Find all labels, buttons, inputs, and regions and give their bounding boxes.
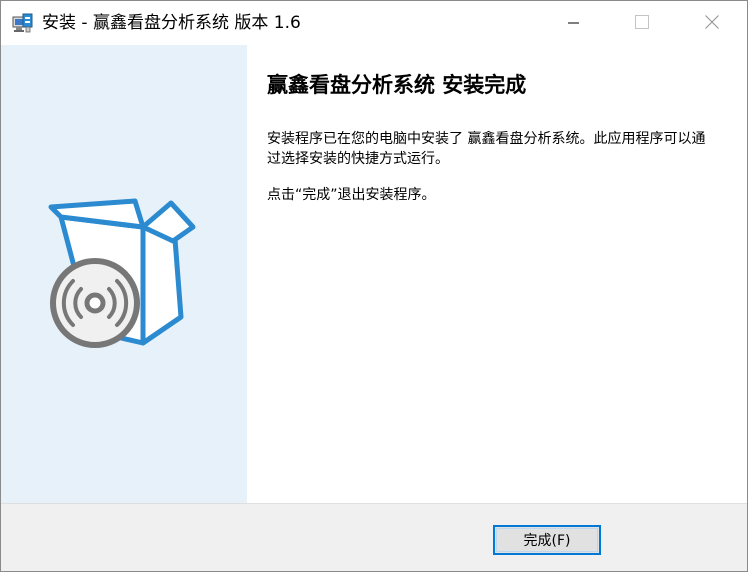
minimize-icon <box>568 14 580 33</box>
close-button[interactable] <box>689 1 735 45</box>
maximize-button <box>619 1 665 45</box>
installer-window: 安装 - 赢鑫看盘分析系统 版本 1.6 赢鑫看盘分析系统 安装完成 安装程序已… <box>0 0 748 572</box>
sidebar-graphic-panel <box>1 45 247 503</box>
software-box-disc-icon <box>43 197 203 357</box>
finish-instruction: 点击“完成”退出安装程序。 <box>267 187 436 203</box>
title-bar: 安装 - 赢鑫看盘分析系统 版本 1.6 <box>1 1 747 45</box>
window-title: 安装 - 赢鑫看盘分析系统 版本 1.6 <box>42 13 301 33</box>
maximize-icon <box>635 14 649 33</box>
button-bar: 完成(F) <box>1 503 747 571</box>
installer-computer-icon <box>12 12 34 34</box>
main-content: 赢鑫看盘分析系统 安装完成 安装程序已在您的电脑中安装了 赢鑫看盘分析系统。此应… <box>247 45 747 503</box>
page-title: 赢鑫看盘分析系统 安装完成 <box>267 72 527 97</box>
minimize-button[interactable] <box>551 1 597 45</box>
finish-button[interactable]: 完成(F) <box>493 525 601 555</box>
close-icon <box>705 14 719 33</box>
completion-message: 安装程序已在您的电脑中安装了 赢鑫看盘分析系统。此应用程序可以通过选择安装的快捷… <box>267 131 706 167</box>
